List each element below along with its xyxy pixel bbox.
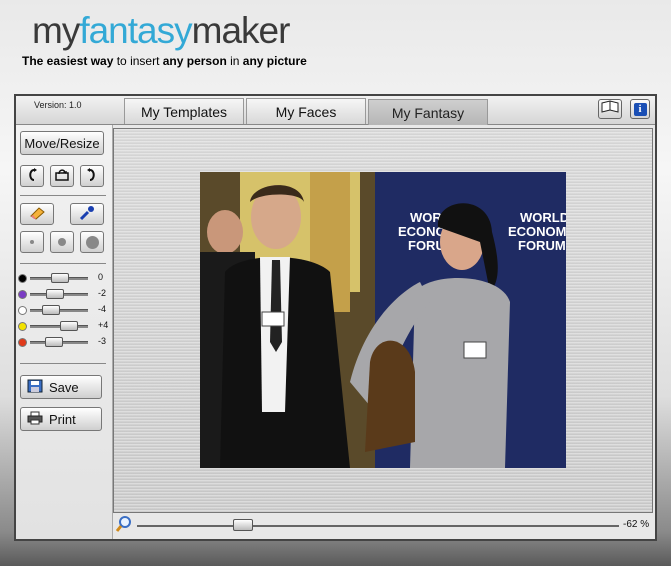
zoom-slider-handle[interactable] <box>233 519 254 531</box>
tagline-0: The <box>22 54 47 68</box>
photo-illustration: WORLD ECONOMIC FORUM WORLD ECONOMIC FORU… <box>200 172 566 468</box>
fantasy-photo[interactable]: WORLD ECONOMIC FORUM WORLD ECONOMIC FORU… <box>200 172 566 468</box>
slider-handle[interactable] <box>60 321 79 331</box>
printer-icon <box>27 411 43 428</box>
magnifier-icon <box>115 515 133 538</box>
help-button[interactable] <box>598 99 622 119</box>
tagline-4: in <box>226 54 243 68</box>
slider-value: 0 <box>98 272 104 282</box>
tab-my-faces[interactable]: My Faces <box>246 98 366 124</box>
reset-icon <box>54 168 70 185</box>
banner-line-4: WORLD <box>520 210 566 225</box>
zoom-bar: -62 % <box>113 513 653 539</box>
move-resize-button[interactable]: Move/Resize <box>20 131 104 155</box>
brush-size-medium[interactable] <box>50 231 74 253</box>
top-bar: Version: 1.0 My Templates My Faces My Fa… <box>16 96 655 125</box>
sidebar-divider <box>20 195 106 196</box>
tagline-2: to insert <box>113 54 163 68</box>
white-indicator-icon <box>18 306 27 315</box>
info-icon: i <box>633 102 647 116</box>
eyedropper-icon <box>79 205 95 224</box>
slider-handle[interactable] <box>45 289 64 299</box>
small-dot-icon <box>30 240 34 244</box>
save-label: Save <box>49 379 79 395</box>
slider-handle[interactable] <box>41 305 60 315</box>
tab-my-templates[interactable]: My Templates <box>124 98 244 124</box>
print-button[interactable]: Print <box>20 407 102 431</box>
version-label: Version: 1.0 <box>34 100 82 110</box>
rotate-right-button[interactable] <box>80 165 104 187</box>
print-label: Print <box>49 411 76 427</box>
tool-sidebar: Move/Resize 0 -2 -4 +4 -3 Save Print <box>16 125 113 539</box>
tab-my-fantasy[interactable]: My Fantasy <box>368 99 488 125</box>
logo-part-fantasy: fantasy <box>79 10 192 51</box>
yellow-indicator-icon <box>18 322 27 331</box>
tagline-5: any picture <box>242 54 307 68</box>
medium-dot-icon <box>58 238 66 246</box>
brightness-indicator-icon <box>18 274 27 283</box>
banner-line-6: FORUM <box>518 238 566 253</box>
slider-value: -3 <box>98 336 107 346</box>
save-button[interactable]: Save <box>20 375 102 399</box>
rotate-right-icon <box>85 167 99 185</box>
logo: myfantasymaker <box>32 10 291 52</box>
tagline-3: any person <box>162 54 227 68</box>
zoom-value: -62 % <box>623 519 650 530</box>
slider-value: -2 <box>98 288 107 298</box>
zoom-track[interactable] <box>137 525 619 527</box>
color-indicator-icon <box>18 290 27 299</box>
red-indicator-icon <box>18 338 27 347</box>
slider-red[interactable]: -3 <box>18 335 108 349</box>
slider-yellow[interactable]: +4 <box>18 319 108 333</box>
tagline: The easiest way to insert any person in … <box>22 54 307 68</box>
sidebar-divider <box>20 263 106 264</box>
slider-handle[interactable] <box>51 273 69 283</box>
slider-handle[interactable] <box>44 337 63 347</box>
sidebar-divider <box>20 363 106 364</box>
brush-size-small[interactable] <box>20 231 44 253</box>
save-icon <box>27 379 43 396</box>
tagline-1: easiest way <box>46 54 114 68</box>
eyedropper-button[interactable] <box>70 203 104 225</box>
logo-part-maker: maker <box>191 10 291 51</box>
reset-button[interactable] <box>50 165 74 187</box>
slider-white[interactable]: -4 <box>18 303 108 317</box>
slider-value: +4 <box>98 320 109 330</box>
info-button[interactable]: i <box>630 99 650 119</box>
slider-color[interactable]: -2 <box>18 287 108 301</box>
rotate-left-button[interactable] <box>20 165 44 187</box>
banner-line-5: ECONOMIC <box>508 224 566 239</box>
brush-size-large[interactable] <box>80 231 104 253</box>
eraser-button[interactable] <box>20 203 54 225</box>
slider-track[interactable] <box>30 325 88 328</box>
logo-part-my: my <box>32 10 80 51</box>
rotate-left-icon <box>25 167 39 185</box>
slider-value: -4 <box>98 304 107 314</box>
slider-brightness[interactable]: 0 <box>18 271 108 285</box>
eraser-icon <box>28 206 46 223</box>
book-icon <box>601 99 619 119</box>
large-dot-icon <box>85 235 99 249</box>
